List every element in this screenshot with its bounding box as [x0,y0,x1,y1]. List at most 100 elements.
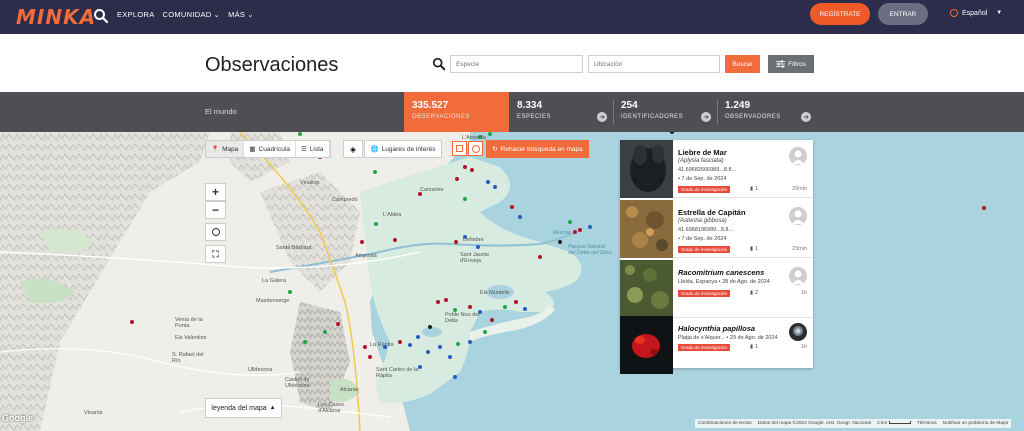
species-input[interactable] [450,55,583,73]
place-label: Vinaròs [84,410,103,416]
layers-icon: ◈ [349,144,357,154]
comment-icon: ▮ [750,186,754,192]
locate-button[interactable] [205,223,226,241]
map-canvas[interactable]: Camarles Campredó L'Aldea Vinallop Santa… [0,132,1024,431]
arrow-right-icon: ➜ [801,112,811,122]
stat-observers[interactable]: 1.249 OBSERVADORES ➜ [717,92,817,132]
observation-photo [620,200,673,258]
legend-label: leyenda del mapa [211,404,267,412]
user-avatar[interactable] [789,207,807,225]
tab-grid[interactable]: ▦ Cuadrícula [244,141,296,157]
user-avatar[interactable] [789,267,807,285]
stat-identifiers[interactable]: 254 IDENTIFICADORES ➜ [613,92,717,132]
filters-button[interactable]: Filtros [768,55,814,73]
observation-location: Lleida, Espanya • 28 de Ago. de 2024 [678,279,770,285]
place-label: Castell de Ulldecona [285,377,310,389]
observation-name[interactable]: Estrella de Capitán [678,208,746,217]
tab-list[interactable]: ☰ Lista [296,141,330,157]
search-icon [432,57,446,71]
zoom-in-button[interactable]: + [205,183,226,201]
arrow-right-icon: ➜ [701,112,711,122]
user-avatar[interactable] [789,323,807,341]
square-icon [456,145,463,152]
place-label: Masdenverge [256,298,290,304]
observation-photo [620,140,673,198]
place-label: La Galera [262,278,287,284]
observation-time: 1h [800,344,807,350]
scale-label: 2 km [877,421,888,426]
google-logo: Google [2,413,33,423]
observation-name[interactable]: Racomitrium canescens [678,268,764,277]
place-label: La Ràpita [370,342,394,348]
search-icon[interactable] [93,8,109,24]
place-label: Sant Carles de la Ràpita [376,367,419,379]
language-selector[interactable]: Español ▼ [950,9,1002,17]
report-problem-link[interactable]: Notificar un problema de Maps [943,421,1008,426]
stat-species[interactable]: 8.334 ESPECIES ➜ [509,92,613,132]
map-data-text: Datos del mapa ©2024 Google, Inst. Geogr… [757,421,872,426]
user-photo-icon [793,326,803,336]
rectangle-select-button[interactable] [452,141,467,156]
register-button[interactable]: REGÍSTRATE [810,3,870,25]
place-label: Les Cases d'Alcanar [318,402,344,414]
observation-list: Liebre de Mar (Aplysia fasciata) 41.6968… [620,140,813,374]
research-grade-badge: Grado de investigación [678,246,731,253]
count-value: 1 [755,344,759,350]
refresh-icon: ↻ [492,146,498,153]
user-icon [792,210,804,224]
chevron-down-icon: ⌄ [247,10,254,19]
observation-card[interactable]: Halocynthia papillosa Platja de s'Alquer… [620,316,813,374]
stat-value: 335.527 [412,100,449,111]
tab-map[interactable]: 📍 Mapa [206,141,245,157]
observation-location: 41.6968196989...8.8... [678,227,734,233]
fullscreen-button[interactable]: ⛶ [205,245,226,263]
place-label: Campredó [332,197,358,203]
zoom-out-button[interactable]: − [205,201,226,219]
sliders-icon [776,60,786,68]
identification-count: ▮ 1 [750,344,758,350]
terms-link[interactable]: Términos [917,421,937,426]
observation-location: Platja de s'Alquer... • 29 de Ago. de 20… [678,335,778,341]
count-value: 1 [755,246,759,252]
map-legend-button[interactable]: leyenda del mapa ▲ [205,398,282,418]
location-input[interactable] [588,55,720,73]
caret-down-icon: ▼ [996,10,1003,16]
place-label: Venta de la Punta [175,317,203,329]
observation-date: • 7 de Sep. de 2024 [678,176,727,182]
keyboard-shortcuts-link[interactable]: Combinaciones de teclas [698,421,752,426]
page-title: Observaciones [205,54,339,76]
nav-mas-link[interactable]: MÁS ⌄ [228,10,254,19]
login-button[interactable]: ENTRAR [878,3,928,25]
tab-label: Lista [309,145,324,153]
nav-links: EXPLORA COMUNIDAD ⌄ MÁS ⌄ [117,10,254,19]
stat-value: 254 [621,100,638,111]
observation-photo [620,260,673,318]
observation-card[interactable]: Estrella de Capitán (Asterina gibbosa) 4… [620,200,813,258]
observation-card[interactable]: Racomitrium canescens Lleida, Espanya • … [620,260,813,318]
place-label: Camarles [420,187,444,193]
places-label: Lugares de interés [381,145,436,153]
layers-button[interactable]: ◈ [343,140,363,158]
minka-logo[interactable]: MINKA [16,5,96,29]
research-grade-badge: Grado de investigación [678,186,731,193]
stat-observations[interactable]: 335.527 OBSERVACIONES [404,92,509,132]
redo-search-button[interactable]: ↻ Rehacer búsqueda en mapa [486,140,589,158]
list-icon: ☰ [300,146,307,153]
user-avatar[interactable] [789,147,807,165]
observation-card[interactable]: Liebre de Mar (Aplysia fasciata) 41.6968… [620,140,813,198]
region-label: El mundo [205,107,237,116]
observation-name[interactable]: Halocynthia papillosa [678,324,755,333]
places-of-interest-button[interactable]: 🌐 Lugares de interés [364,140,442,158]
view-tabs: 📍 Mapa ▦ Cuadrícula ☰ Lista [205,140,331,158]
filters-label: Filtros [788,60,806,68]
globe-icon: 🌐 [370,146,379,153]
place-label: Riumar [553,230,571,236]
crosshair-icon [211,228,220,236]
arrow-right-icon: ➜ [597,112,607,122]
search-button[interactable]: Buscar [725,55,760,73]
circle-select-button[interactable] [468,141,483,156]
place-label: Els Valentins [175,335,207,341]
observation-name[interactable]: Liebre de Mar [678,148,727,157]
nav-explora-link[interactable]: EXPLORA [117,10,155,19]
nav-comunidad-link[interactable]: COMUNIDAD ⌄ [163,10,221,19]
